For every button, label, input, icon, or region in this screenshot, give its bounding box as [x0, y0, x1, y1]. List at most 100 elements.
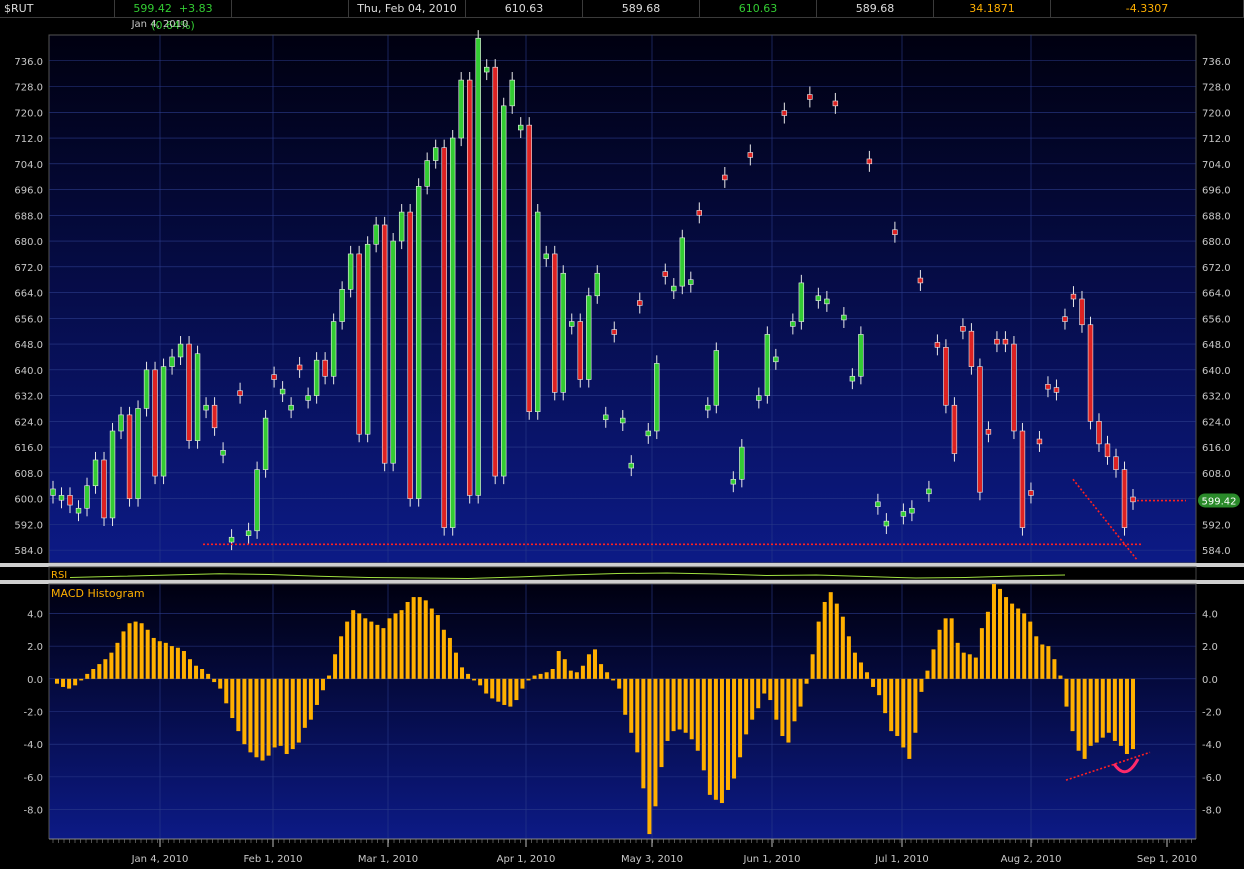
macd-bar	[701, 678, 706, 771]
macd-bar	[133, 621, 138, 679]
candle-up	[330, 321, 337, 377]
candle-down	[356, 253, 362, 435]
macd-bar	[774, 678, 779, 720]
macd-bar	[333, 654, 338, 679]
macd-bar	[931, 649, 936, 679]
macd-bar	[538, 673, 543, 679]
macd-bar	[121, 631, 126, 679]
macd-y-tick-left: -8.0	[23, 806, 43, 817]
candle-up	[398, 211, 405, 242]
candle-up	[501, 105, 507, 477]
price-y-tick-right: 680.0	[1202, 237, 1231, 248]
candle-up	[705, 404, 711, 411]
price-y-tick-left: 632.0	[14, 392, 43, 403]
macd-bar	[1082, 678, 1087, 759]
candle-up	[160, 366, 167, 477]
candle-up	[177, 343, 184, 358]
macd-bar	[865, 672, 870, 679]
candle-up	[432, 147, 439, 161]
macd-bar	[556, 651, 561, 679]
macd-bar	[695, 678, 700, 751]
macd-y-tick-left: 2.0	[27, 642, 43, 653]
candle-up	[228, 536, 235, 543]
macd-bar	[151, 637, 156, 679]
macd-y-tick-left: -4.0	[23, 740, 43, 751]
macd-bar	[236, 678, 241, 732]
candle-down	[186, 343, 192, 441]
macd-bar	[1034, 636, 1039, 679]
candle-up	[475, 37, 481, 496]
macd-bar	[816, 621, 821, 679]
macd-bar	[895, 678, 900, 737]
candle-up	[841, 314, 847, 321]
macd-bar	[635, 678, 640, 753]
macd-bar	[55, 678, 59, 684]
price-y-tick-left: 720.0	[14, 108, 43, 119]
candle-up	[424, 160, 430, 187]
macd-bar	[369, 621, 374, 679]
price-y-tick-right: 696.0	[1202, 186, 1231, 197]
macd-bar	[925, 670, 930, 679]
macd-bar	[314, 678, 319, 705]
price-y-tick-left: 624.0	[14, 417, 43, 428]
low-price: 589.68	[583, 0, 700, 17]
macd-bar	[1004, 597, 1009, 679]
macd-bar	[514, 678, 519, 701]
candle-down	[696, 210, 702, 216]
macd-bar	[1131, 678, 1135, 750]
macd-bar	[345, 621, 350, 679]
candle-up	[58, 495, 65, 501]
macd-bar	[732, 678, 737, 779]
candle-up	[569, 321, 575, 327]
candle-down	[381, 224, 388, 464]
macd-bar	[61, 678, 66, 687]
candle-down	[271, 374, 277, 380]
candle-up	[926, 488, 932, 495]
candle-down	[1070, 293, 1077, 300]
price-y-tick-right: 728.0	[1202, 83, 1231, 94]
macd-bar	[490, 678, 495, 699]
macd-bar	[768, 678, 773, 701]
candle-up	[824, 298, 830, 305]
candle-down	[67, 495, 73, 506]
macd-bar	[79, 678, 84, 681]
price-y-tick-right: 592.0	[1202, 520, 1231, 531]
candle-up	[364, 243, 371, 435]
candle-up	[339, 289, 345, 322]
macd-bar	[544, 672, 549, 679]
candle-down	[126, 414, 133, 499]
macd-bar	[363, 618, 368, 679]
candle-up	[875, 501, 881, 507]
high-price: 610.63	[700, 0, 817, 17]
macd-bar	[550, 669, 555, 679]
candle-up	[815, 295, 822, 301]
macd-bar	[689, 678, 694, 740]
macd-y-tick-right: -4.0	[1202, 740, 1222, 751]
macd-bar	[224, 678, 229, 704]
macd-y-tick-right: 0.0	[1202, 675, 1218, 686]
candle-down	[832, 100, 839, 107]
candle-down	[960, 326, 966, 332]
macd-bar	[103, 659, 108, 679]
candle-up	[543, 253, 549, 260]
macd-bar	[580, 665, 585, 679]
macd-bar	[296, 678, 301, 743]
candle-up	[458, 79, 464, 139]
macd-bar	[1010, 603, 1015, 679]
price-y-tick-left: 736.0	[14, 57, 43, 68]
candle-up	[347, 253, 354, 290]
macd-bar	[508, 678, 513, 707]
candle-down	[492, 66, 498, 477]
macd-bar	[1040, 644, 1045, 679]
candle-down	[407, 211, 413, 499]
chart-canvas: 584.0584.0592.0592.0600.0600.0608.0608.0…	[0, 19, 1244, 869]
candle-down	[934, 342, 941, 348]
price-y-tick-right: 616.0	[1202, 443, 1231, 454]
candle-down	[1002, 338, 1009, 345]
price-y-tick-left: 696.0	[14, 186, 43, 197]
candle-up	[279, 388, 286, 395]
macd-bar	[447, 637, 452, 679]
macd-bar	[659, 678, 664, 768]
macd-bar	[967, 654, 972, 679]
price-y-tick-right: 648.0	[1202, 340, 1231, 351]
